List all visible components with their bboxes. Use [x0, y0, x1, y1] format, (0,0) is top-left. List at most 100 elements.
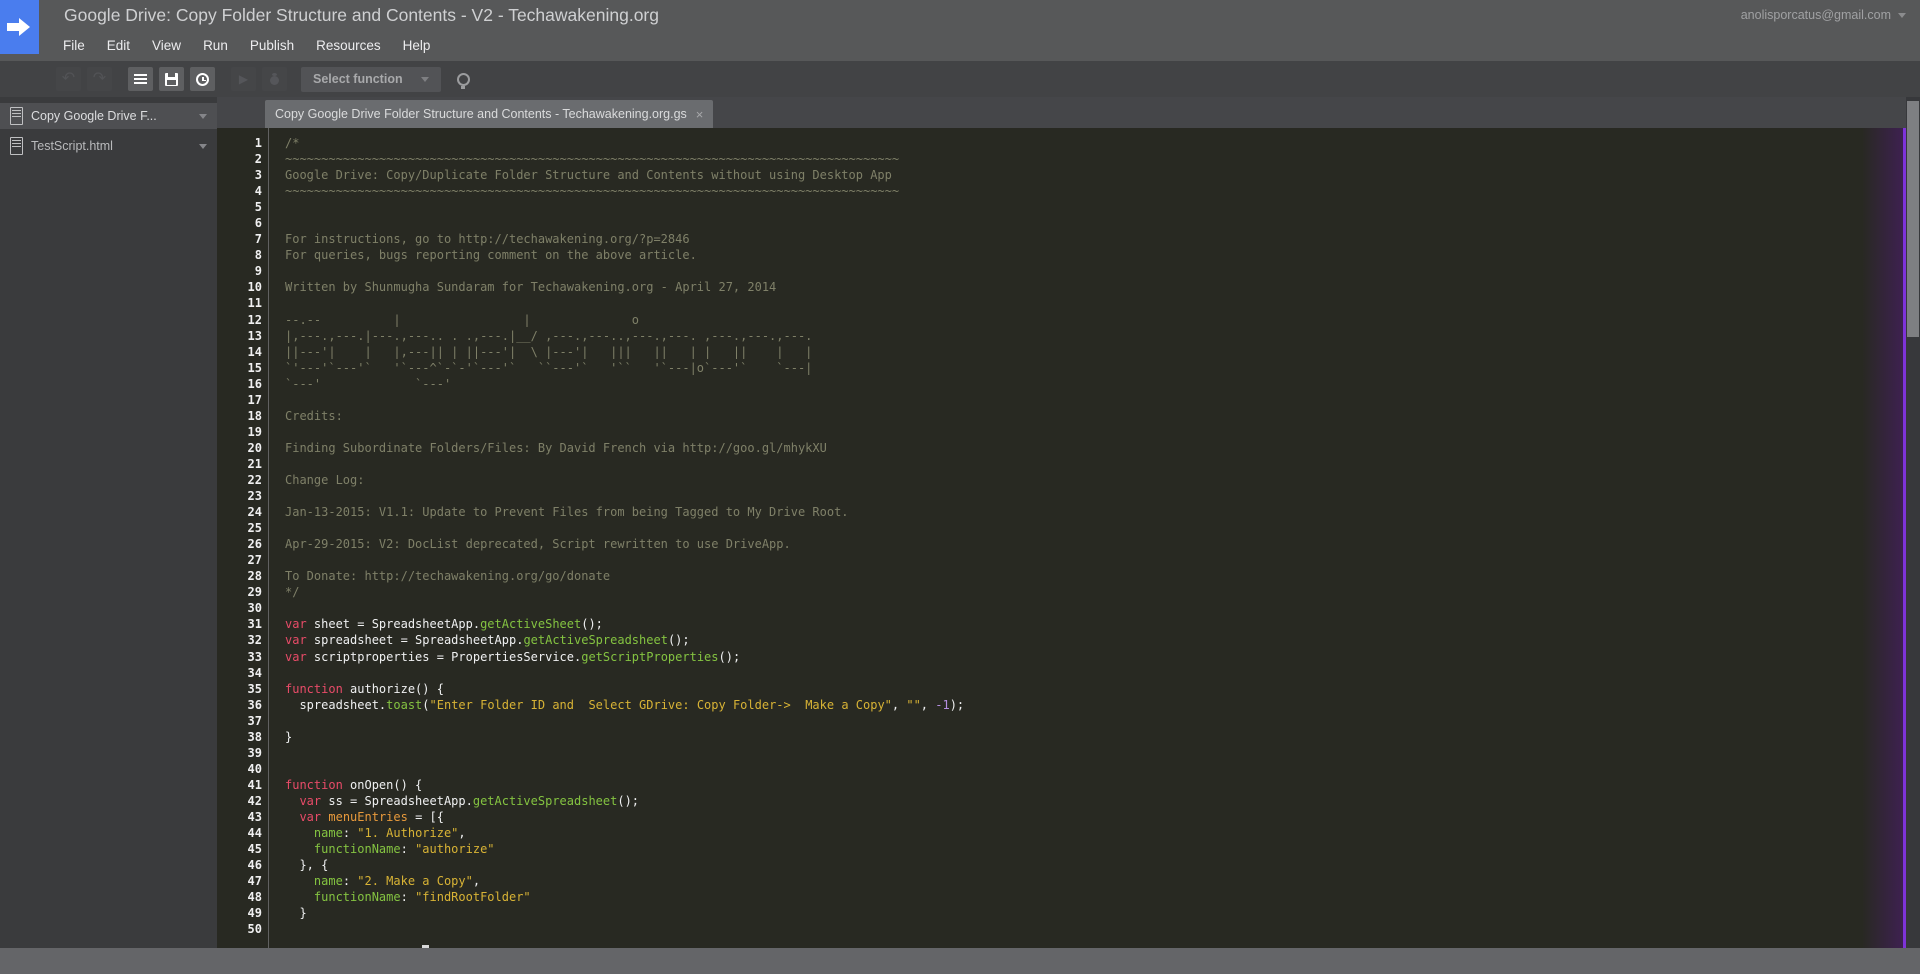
code-line[interactable]: 28To Donate: http://techawakening.org/go…	[217, 568, 1906, 584]
code-text	[270, 600, 285, 616]
menu-item-help[interactable]: Help	[392, 35, 442, 56]
code-line[interactable]: 30	[217, 600, 1906, 616]
code-line[interactable]: 38}	[217, 729, 1906, 745]
code-line[interactable]: 3Google Drive: Copy/Duplicate Folder Str…	[217, 167, 1906, 183]
code-text	[270, 424, 285, 440]
save-button[interactable]	[159, 67, 184, 91]
menu-item-resources[interactable]: Resources	[305, 35, 392, 56]
code-lines[interactable]: 1/*2~~~~~~~~~~~~~~~~~~~~~~~~~~~~~~~~~~~~…	[217, 135, 1906, 937]
code-line[interactable]: 37	[217, 713, 1906, 729]
code-line[interactable]: 10Written by Shunmugha Sundaram for Tech…	[217, 279, 1906, 295]
code-line[interactable]: 23	[217, 488, 1906, 504]
code-line[interactable]: 29*/	[217, 584, 1906, 600]
code-line[interactable]: 6	[217, 215, 1906, 231]
menu-item-publish[interactable]: Publish	[239, 35, 305, 56]
code-text: Written by Shunmugha Sundaram for Techaw…	[270, 279, 776, 295]
code-line[interactable]: 27	[217, 552, 1906, 568]
vertical-scrollbar[interactable]	[1906, 97, 1920, 948]
chevron-down-icon[interactable]	[199, 114, 207, 119]
code-line[interactable]: 21	[217, 456, 1906, 472]
code-text	[270, 295, 285, 311]
code-line[interactable]: 5	[217, 199, 1906, 215]
sidebar-file-item[interactable]: TestScript.html	[0, 133, 217, 159]
code-line[interactable]: 25	[217, 520, 1906, 536]
code-text: Change Log:	[270, 472, 364, 488]
code-line[interactable]: 20Finding Subordinate Folders/Files: By …	[217, 440, 1906, 456]
code-line[interactable]: 7For instructions, go to http://techawak…	[217, 231, 1906, 247]
code-line[interactable]: 16`---' `---'	[217, 376, 1906, 392]
sidebar-file-item[interactable]: Copy Google Drive F...	[0, 103, 217, 129]
code-line[interactable]: 17	[217, 392, 1906, 408]
line-number: 19	[217, 424, 270, 440]
code-line[interactable]: 31var sheet = SpreadsheetApp.getActiveSh…	[217, 616, 1906, 632]
code-line[interactable]: 24Jan-13-2015: V1.1: Update to Prevent F…	[217, 504, 1906, 520]
code-line[interactable]: 26Apr-29-2015: V2: DocList deprecated, S…	[217, 536, 1906, 552]
code-line[interactable]: 43 var menuEntries = [{	[217, 809, 1906, 825]
code-line[interactable]: 39	[217, 745, 1906, 761]
menu-item-edit[interactable]: Edit	[96, 35, 141, 56]
redo-button[interactable]: ↷	[87, 67, 112, 91]
line-number: 47	[217, 873, 270, 889]
select-function-dropdown[interactable]: Select function	[301, 67, 441, 92]
undo-button[interactable]: ↶	[56, 67, 81, 91]
code-line[interactable]: 34	[217, 665, 1906, 681]
line-number: 8	[217, 247, 270, 263]
indent-button[interactable]	[128, 67, 153, 91]
code-line[interactable]: 45 functionName: "authorize"	[217, 841, 1906, 857]
code-line[interactable]: 11	[217, 295, 1906, 311]
code-text: `'---'`---'` '`---^`-`-'`---'` ``---'` '…	[270, 360, 812, 376]
code-line[interactable]: 42 var ss = SpreadsheetApp.getActiveSpre…	[217, 793, 1906, 809]
code-line[interactable]: 47 name: "2. Make a Copy",	[217, 873, 1906, 889]
code-line[interactable]: 4~~~~~~~~~~~~~~~~~~~~~~~~~~~~~~~~~~~~~~~…	[217, 183, 1906, 199]
code-line[interactable]: 46 }, {	[217, 857, 1906, 873]
code-editor[interactable]: 1/*2~~~~~~~~~~~~~~~~~~~~~~~~~~~~~~~~~~~~…	[217, 128, 1906, 948]
code-text: Credits:	[270, 408, 343, 424]
close-icon[interactable]: ×	[696, 107, 704, 122]
code-line[interactable]: 50	[217, 921, 1906, 937]
code-line[interactable]: 36 spreadsheet.toast("Enter Folder ID an…	[217, 697, 1906, 713]
tab-active[interactable]: Copy Google Drive Folder Structure and C…	[265, 100, 713, 128]
code-line[interactable]: 12--.-- | | o	[217, 312, 1906, 328]
code-text	[270, 199, 285, 215]
code-text: name: "1. Authorize",	[270, 825, 466, 841]
code-line[interactable]: 40	[217, 761, 1906, 777]
debug-button[interactable]	[262, 67, 287, 91]
menu-item-run[interactable]: Run	[192, 35, 239, 56]
code-line[interactable]: 32var spreadsheet = SpreadsheetApp.getAc…	[217, 632, 1906, 648]
code-text: Finding Subordinate Folders/Files: By Da…	[270, 440, 827, 456]
menu-bar: FileEditViewRunPublishResourcesHelp	[52, 35, 441, 56]
code-line[interactable]: 33var scriptproperties = PropertiesServi…	[217, 649, 1906, 665]
code-line[interactable]: 8For queries, bugs reporting comment on …	[217, 247, 1906, 263]
code-line[interactable]: 48 functionName: "findRootFolder"	[217, 889, 1906, 905]
code-line[interactable]: 15`'---'`---'` '`---^`-`-'`---'` ``---'`…	[217, 360, 1906, 376]
triggers-button[interactable]	[190, 67, 215, 91]
code-line[interactable]: 44 name: "1. Authorize",	[217, 825, 1906, 841]
menu-item-view[interactable]: View	[141, 35, 192, 56]
code-line[interactable]: 2~~~~~~~~~~~~~~~~~~~~~~~~~~~~~~~~~~~~~~~…	[217, 151, 1906, 167]
chevron-down-icon[interactable]	[199, 144, 207, 149]
menu-item-file[interactable]: File	[52, 35, 96, 56]
code-text: function onOpen() {	[270, 777, 422, 793]
code-line[interactable]: 35function authorize() {	[217, 681, 1906, 697]
file-name: Copy Google Drive F...	[31, 109, 192, 123]
code-line[interactable]: 22Change Log:	[217, 472, 1906, 488]
code-line[interactable]: 13|,---.,---.|---.,---.. . .,---.|__/ ,-…	[217, 328, 1906, 344]
code-line[interactable]: 14||---'| | |,---|| | ||---'| \ |---'| |…	[217, 344, 1906, 360]
code-line[interactable]: 19	[217, 424, 1906, 440]
scrollbar-thumb[interactable]	[1907, 101, 1919, 337]
bulb-button[interactable]	[451, 67, 476, 91]
code-line[interactable]: 41function onOpen() {	[217, 777, 1906, 793]
file-name: TestScript.html	[31, 139, 192, 153]
lightbulb-icon	[457, 73, 470, 86]
code-text: }	[270, 729, 292, 745]
run-button[interactable]: ▶	[231, 67, 256, 91]
code-line[interactable]: 49 }	[217, 905, 1906, 921]
code-line[interactable]: 9	[217, 263, 1906, 279]
indent-lines-icon	[134, 74, 147, 76]
code-text	[270, 215, 285, 231]
code-line[interactable]: 18Credits:	[217, 408, 1906, 424]
account-menu[interactable]: anolisporcatus@gmail.com	[1741, 8, 1906, 22]
line-number: 33	[217, 649, 270, 665]
code-text: --.-- | | o	[270, 312, 639, 328]
code-line[interactable]: 1/*	[217, 135, 1906, 151]
